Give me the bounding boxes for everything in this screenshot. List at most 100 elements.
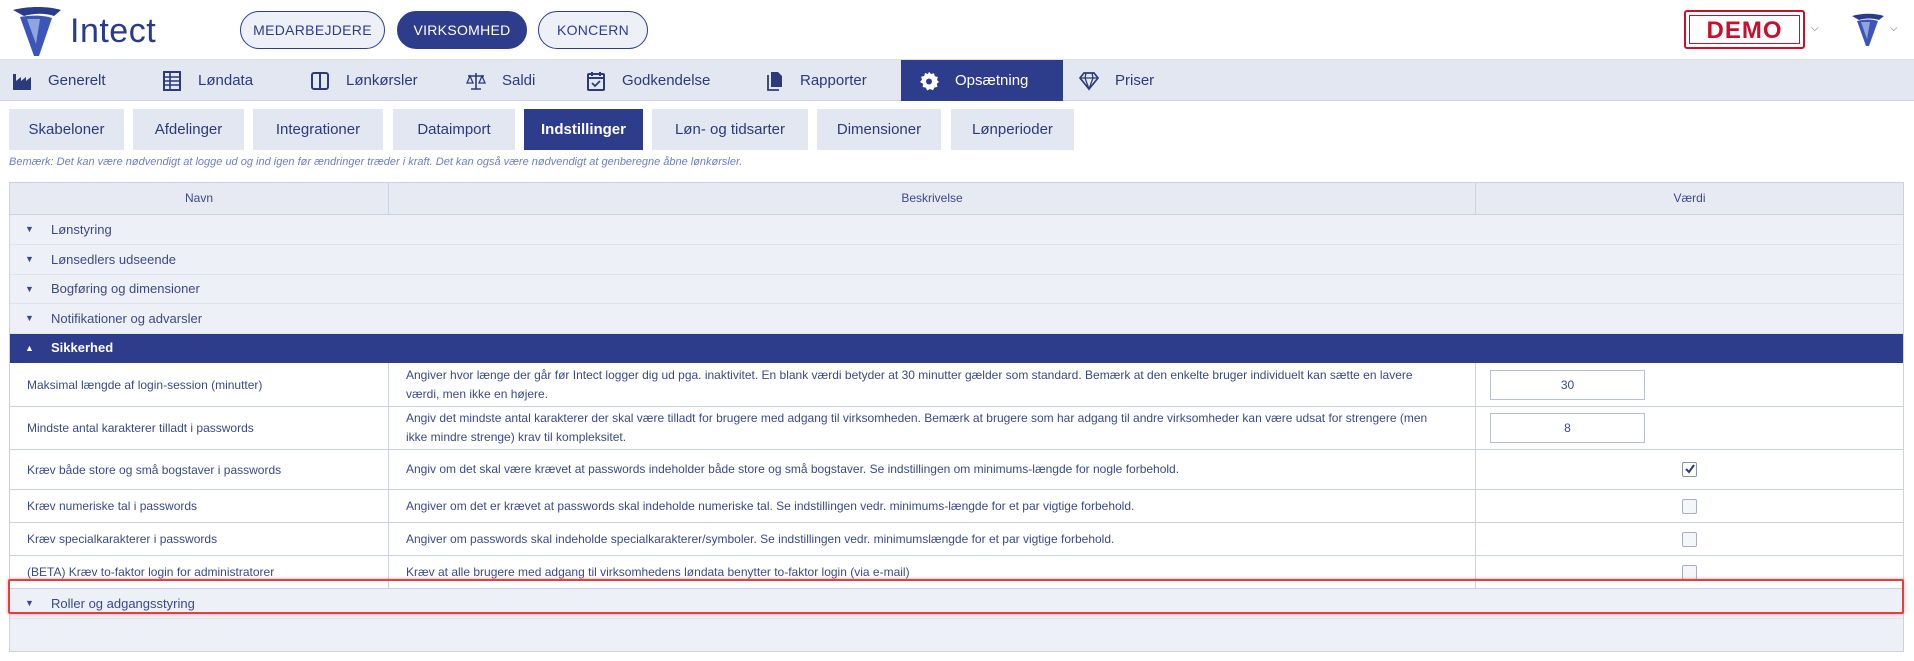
setting-name: (BETA) Kræv to-faktor login for administ… (10, 556, 389, 588)
setting-description: Angiv om det skal være krævet at passwor… (389, 450, 1476, 489)
tab-skabeloner[interactable]: Skabeloner (9, 109, 124, 150)
group-row-roller[interactable]: ▼ Roller og adgangsstyring (10, 589, 1903, 619)
group-row-lonstyring[interactable]: ▼ Lønstyring (10, 215, 1903, 245)
main-nav-label: Generelt (48, 72, 106, 89)
setting-name: Kræv specialkarakterer i passwords (10, 523, 389, 555)
tab-dimensioner[interactable]: Dimensioner (817, 109, 941, 150)
user-dropdown-chevron-icon[interactable]: ⌵ (1890, 23, 1898, 34)
table-row: (BETA) Kræv to-faktor login for administ… (10, 556, 1903, 589)
group-row-sikkerhed[interactable]: ▲ Sikkerhed (10, 334, 1903, 363)
min-password-length-input[interactable]: 8 (1490, 413, 1645, 443)
main-nav-label: Løndata (198, 72, 254, 89)
group-label: Lønsedlers udseende (51, 252, 177, 267)
require-two-factor-checkbox[interactable] (1682, 564, 1697, 580)
expand-triangle-icon: ▼ (25, 254, 34, 264)
expand-triangle-icon: ▼ (25, 224, 34, 234)
settings-grid: Navn Beskrivelse Værdi ▼ Lønstyring ▼ Lø… (9, 182, 1904, 652)
table-row: Kræv specialkarakterer i passwords Angiv… (10, 523, 1903, 556)
user-menu-logo-icon[interactable] (1850, 12, 1886, 48)
main-nav-opsaetning[interactable]: Opsætning (901, 60, 1063, 101)
value-cell (1476, 450, 1903, 489)
column-header-navn[interactable]: Navn (10, 183, 389, 214)
require-mixed-case-checkbox[interactable] (1682, 462, 1697, 477)
main-nav-label: Priser (1115, 72, 1155, 89)
setting-description: Angiv det mindste antal karakterer der s… (389, 407, 1476, 449)
require-numeric-checkbox[interactable] (1682, 498, 1697, 514)
setting-description: Angiver hvor længe der går før Intect lo… (389, 363, 1476, 406)
grid-header: Navn Beskrivelse Værdi (10, 183, 1903, 215)
tab-afdelinger[interactable]: Afdelinger (133, 109, 244, 150)
group-row-notifikationer[interactable]: ▼ Notifikationer og advarsler (10, 304, 1903, 334)
top-bar: Intect MEDARBEJDERE VIRKSOMHED KONCERN D… (0, 0, 1914, 60)
session-length-input[interactable]: 30 (1490, 370, 1645, 400)
intect-logo-icon (13, 7, 61, 56)
documents-icon (767, 71, 782, 91)
main-nav-londata[interactable]: Løndata (150, 60, 298, 101)
require-special-chars-checkbox[interactable] (1682, 531, 1697, 547)
expand-triangle-icon: ▼ (25, 598, 34, 608)
setting-description: Angiver om det er krævet at passwords sk… (389, 490, 1476, 522)
checkmark-icon (1685, 464, 1695, 474)
group-row-bogforing[interactable]: ▼ Bogføring og dimensioner (10, 275, 1903, 304)
main-nav-godkendelse[interactable]: Godkendelse (574, 60, 752, 101)
setting-description: Kræv at alle brugere med adgang til virk… (389, 556, 1476, 588)
table-row: Mindste antal karakterer tilladt i passw… (10, 407, 1903, 450)
intect-logo[interactable]: Intect (10, 4, 156, 58)
app-name: Intect (70, 11, 157, 50)
column-header-vaerdi[interactable]: Værdi (1476, 183, 1903, 214)
nav-virksomhed-button[interactable]: VIRKSOMHED (397, 11, 527, 49)
tab-lon-og-tidsarter[interactable]: Løn- og tidsarter (652, 109, 808, 150)
main-nav-rapporter[interactable]: Rapporter (752, 60, 901, 101)
main-nav-label: Rapporter (800, 72, 867, 89)
expand-triangle-icon: ▼ (25, 313, 34, 323)
group-label: Sikkerhed (51, 340, 114, 355)
setting-name: Kræv både store og små bogstaver i passw… (10, 450, 389, 489)
main-nav-label: Saldi (502, 72, 536, 89)
demo-dropdown-chevron-icon[interactable]: ⌵ (1811, 23, 1819, 34)
tab-dataimport[interactable]: Dataimport (393, 109, 515, 150)
expand-triangle-icon: ▼ (25, 284, 34, 294)
factory-icon (13, 73, 31, 90)
main-nav-saldi[interactable]: Saldi (454, 60, 574, 101)
value-cell (1476, 523, 1903, 555)
tab-indstillinger[interactable]: Indstillinger (524, 109, 643, 150)
value-cell (1476, 556, 1903, 588)
group-label: Notifikationer og advarsler (51, 311, 203, 326)
columns-icon (311, 71, 329, 90)
column-header-beskrivelse[interactable]: Beskrivelse (389, 183, 1476, 214)
group-label: Lønstyring (51, 222, 112, 237)
setting-description: Angiver om passwords skal indeholde spec… (389, 523, 1476, 555)
nav-medarbejdere-button[interactable]: MEDARBEJDERE (240, 11, 385, 49)
value-cell: 8 (1476, 407, 1903, 449)
group-label: Bogføring og dimensioner (51, 281, 200, 296)
main-nav-label: Opsætning (955, 72, 1029, 89)
table-row: Kræv både store og små bogstaver i passw… (10, 450, 1903, 490)
value-cell (1476, 490, 1903, 522)
gear-icon (920, 71, 939, 90)
tab-lonperioder[interactable]: Lønperioder (951, 109, 1074, 150)
main-nav-lonkorsler[interactable]: Lønkørsler (298, 60, 454, 101)
demo-badge[interactable]: DEMO (1684, 10, 1805, 49)
main-nav-label: Godkendelse (622, 72, 711, 89)
collapse-triangle-icon: ▲ (25, 343, 34, 353)
setting-name: Mindste antal karakterer tilladt i passw… (10, 407, 389, 449)
main-nav-label: Lønkørsler (346, 72, 418, 89)
value-cell: 30 (1476, 363, 1903, 406)
group-row-lonsedlers-udseende[interactable]: ▼ Lønsedlers udseende (10, 245, 1903, 275)
scale-icon (466, 72, 486, 90)
calendar-check-icon (587, 71, 605, 91)
setting-name: Kræv numeriske tal i passwords (10, 490, 389, 522)
table-row: Kræv numeriske tal i passwords Angiver o… (10, 490, 1903, 523)
main-nav-priser[interactable]: Priser (1063, 60, 1183, 101)
demo-label: DEMO (1689, 15, 1800, 44)
tab-integrationer[interactable]: Integrationer (253, 109, 383, 150)
diamond-icon (1079, 71, 1099, 91)
main-nav-generelt[interactable]: Generelt (0, 60, 150, 101)
setting-name: Maksimal længde af login-session (minutt… (10, 363, 389, 406)
main-nav: Generelt Løndata Lønkørsler Saldi Godken… (0, 60, 1914, 101)
restart-note: Bemærk: Det kan være nødvendigt at logge… (9, 156, 743, 168)
spreadsheet-icon (163, 70, 181, 91)
table-row: Maksimal længde af login-session (minutt… (10, 363, 1903, 407)
group-label: Roller og adgangsstyring (51, 596, 195, 611)
nav-koncern-button[interactable]: KONCERN (538, 11, 648, 49)
